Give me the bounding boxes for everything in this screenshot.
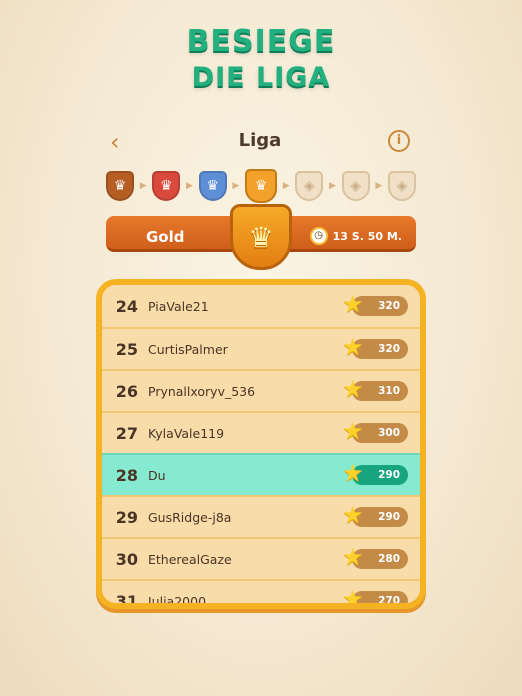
player-name: Julia2000 [148,593,207,609]
score-pill: ★ 280 [342,545,408,569]
score-value: 290 [378,469,400,481]
rank-number: 29 [115,507,138,527]
score-value: 290 [378,511,400,523]
leaderboard-row[interactable]: 26 Prynallxoryv_536 ★ 310 [102,369,420,411]
clock-icon: ◷ [309,227,328,245]
league-tier-track: ♛ ▶ ♛ ▶ ♛ ▶ ♛ ▶ ◈ ▶ ◈ ▶ ◈ [106,169,416,203]
tier-arrow-icon: ▶ [282,181,290,191]
star-icon: ★ [342,417,364,445]
score-value: 280 [378,553,400,565]
headline-line-2: DIE LIGA [191,62,331,93]
leaderboard-row[interactable]: 31 Julia2000 ★ 270 [102,579,420,609]
league-banner: Gold ◷ 13 S. 50 M. ♛ [106,204,416,270]
info-icon[interactable]: i [388,130,410,152]
rank-number: 31 [115,591,138,609]
tier-arrow-icon: ▶ [329,181,336,191]
score-value: 270 [378,595,400,607]
score-pill: ★ 290 [342,461,408,485]
tier-arrow-icon: ▶ [186,181,193,191]
score-value: 320 [378,300,400,312]
red-trophy-icon: ♛ [152,171,181,201]
rank-number: 25 [115,339,138,359]
rank-number: 26 [115,381,138,401]
star-icon: ★ [342,501,364,529]
tier-arrow-icon: ▶ [232,181,240,191]
tier-arrow-icon: ▶ [139,181,147,191]
leaderboard-row[interactable]: 29 GusRidge-j8a ★ 290 [102,495,420,537]
score-pill: ★ 290 [342,503,408,527]
leaderboard-row[interactable]: 25 CurtisPalmer ★ 320 [102,327,420,369]
player-name: PiaVale21 [148,298,209,314]
league-emblem: ♛ [230,204,292,270]
gold-trophy-icon: ♛ [244,169,277,203]
player-name: Du [148,467,166,483]
player-name: KylaVale119 [148,425,225,441]
locked-tier-icon: ◈ [295,171,324,201]
player-name: CurtisPalmer [148,341,228,357]
player-name: GusRidge-j8a [148,509,232,525]
leaderboard[interactable]: 24 PiaVale21 ★ 320 25 CurtisPalmer ★ 320 2… [96,279,426,609]
page-title: Liga [238,130,282,151]
leaderboard-row[interactable]: 30 EtherealGaze ★ 280 [102,537,420,579]
score-pill: ★ 300 [342,419,408,443]
star-icon: ★ [342,585,364,609]
rank-number: 27 [115,423,138,443]
league-name: Gold [146,228,185,246]
rank-number: 28 [115,465,138,485]
star-icon: ★ [342,459,364,487]
star-icon: ★ [342,333,364,361]
tier-arrow-icon: ▶ [375,181,383,191]
score-pill: ★ 270 [342,587,408,607]
score-pill: ★ 320 [342,292,408,316]
player-name: EtherealGaze [148,551,232,567]
leaderboard-row-current-player[interactable]: 28 Du ★ 290 [102,453,420,495]
star-icon: ★ [342,375,364,403]
score-pill: ★ 310 [342,377,408,401]
rank-number: 30 [115,549,138,569]
leaderboard-row[interactable]: 27 KylaVale119 ★ 300 [102,411,420,453]
locked-tier-icon: ◈ [387,171,416,201]
score-pill: ★ 320 [342,335,408,359]
blue-trophy-icon: ♛ [198,171,227,201]
score-value: 300 [378,427,400,439]
trophy-icon: ♛ [248,220,274,254]
score-value: 320 [378,343,400,355]
countdown-timer: ◷ 13 S. 50 M. [309,227,402,245]
leaderboard-row[interactable]: 24 PiaVale21 ★ 320 [102,285,420,327]
locked-tier-icon: ◈ [341,171,370,201]
score-value: 310 [378,385,400,397]
bronze-trophy-icon: ♛ [106,171,134,201]
star-icon: ★ [342,543,364,571]
player-name: Prynallxoryv_536 [148,383,256,399]
timer-text: 13 S. 50 M. [332,229,402,243]
rank-number: 24 [115,296,138,316]
top-nav: ‹ Liga i [100,126,420,158]
star-icon: ★ [342,290,364,318]
headline-line-1: BESIEGE [186,24,336,59]
